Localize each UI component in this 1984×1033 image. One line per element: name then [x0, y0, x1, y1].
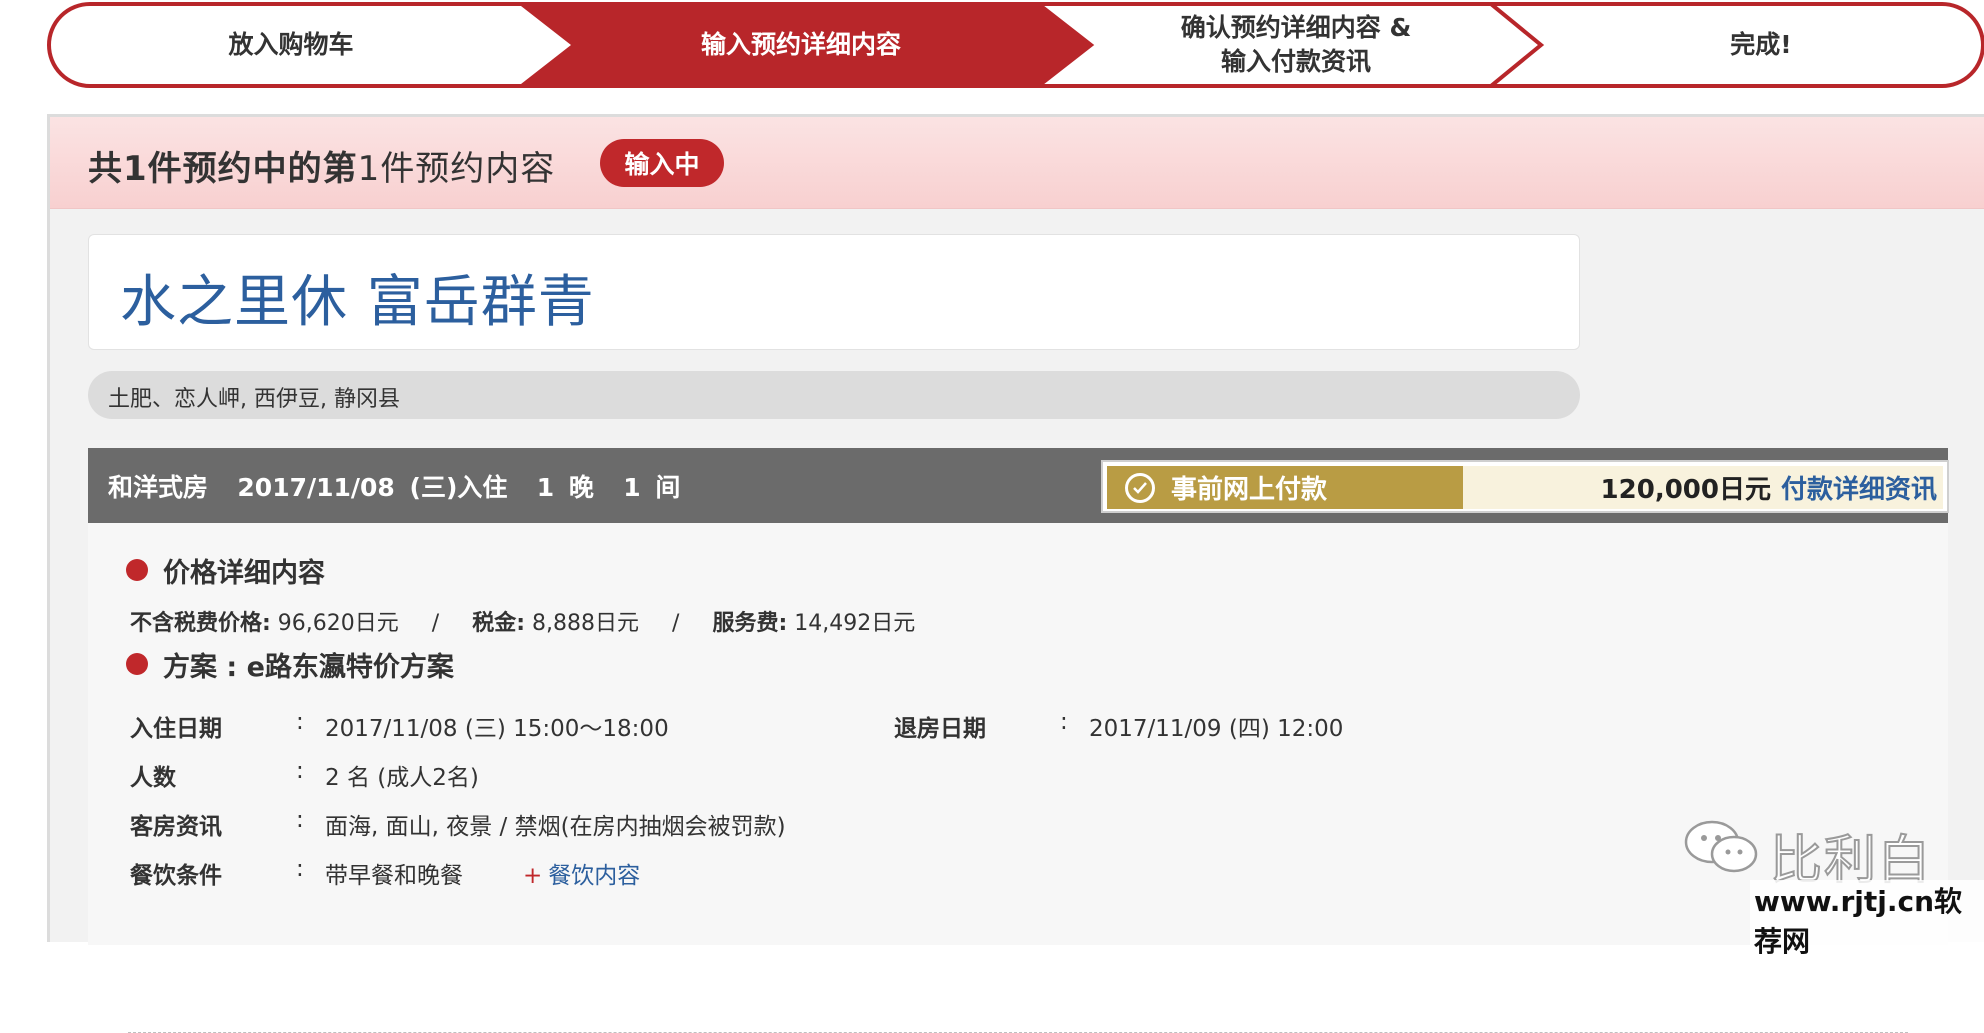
separator: / [672, 611, 680, 636]
booking-details: 价格详细内容 不含税费价格: 96,620日元 / 税金: 8,888日元 / … [88, 523, 1948, 1033]
checkout-value: 2017/11/09 (四) 12:00 [1089, 716, 1344, 742]
hotel-name[interactable]: 水之里休 富岳群青 [120, 257, 595, 338]
room-bar-underline [88, 515, 1948, 523]
service-fee-value: 14,492日元 [787, 611, 916, 636]
step-complete: 完成! [1541, 6, 1981, 84]
price-details-title: 价格详细内容 [163, 558, 325, 589]
hotel-address: 土肥、恋人岬, 西伊豆, 静冈县 [108, 387, 400, 412]
wechat-logo-icon [1684, 820, 1758, 873]
payment-box: 事前网上付款 120,000日元 付款详细资讯 [1101, 460, 1949, 513]
step-confirm-label-1: 确认预约详细内容 & [1180, 13, 1412, 42]
meal-label: 餐饮条件 [130, 863, 222, 889]
meal-value: 带早餐和晚餐 [325, 863, 463, 889]
room-info-label: 客房资讯 [130, 814, 222, 840]
room-info-value: 面海, 面山, 夜景 / 禁烟(在房内抽烟会被罚款) [325, 814, 786, 840]
booking-title: 共1件预约中的第1件预约内容 [88, 141, 555, 190]
pre-tax-label: 不含税费价格: [130, 611, 271, 636]
bullet-icon [126, 559, 148, 581]
step-complete-label: 完成! [1730, 30, 1792, 59]
booking-header: 共1件预约中的第1件预约内容 输入中 [50, 117, 1984, 209]
colon: : [296, 758, 304, 784]
room-summary: 和洋式房 2017/11/08 (三)入住 1 晚 1 间 [108, 473, 681, 502]
guests-value: 2 名 (成人2名) [325, 765, 479, 791]
step-confirm: 确认预约详细内容 & 输入付款资讯 [1081, 6, 1511, 84]
payment-method-label: 事前网上付款 [1171, 475, 1328, 505]
colon: : [296, 807, 304, 833]
payment-amount: 120,000日元 [1600, 475, 1771, 505]
booking-title-prefix: 共1件预约中的第 [88, 149, 358, 189]
checkin-value: 2017/11/08 (三) 15:00～18:00 [325, 716, 669, 742]
pre-tax-value: 96,620日元 [270, 611, 399, 636]
colon: : [296, 709, 304, 735]
tax-label: 税金: [472, 611, 526, 636]
tax-value: 8,888日元 [525, 611, 640, 636]
colon: : [1060, 709, 1068, 735]
step-enter-details-label: 输入预约详细内容 [700, 30, 901, 59]
hotel-address-bar: 土肥、恋人岬, 西伊豆, 静冈县 [88, 371, 1580, 419]
checkout-label: 退房日期 [894, 716, 986, 742]
meal-details-link-label: 餐饮内容 [548, 863, 641, 889]
plus-icon: + [523, 863, 543, 889]
payment-amount-area: 120,000日元 付款详细资讯 [1463, 466, 1943, 509]
checkin-label: 入住日期 [130, 716, 222, 742]
check-icon [1133, 481, 1147, 494]
separator: / [431, 611, 440, 636]
booking-steps: 放入购物车 输入预约详细内容 确认预约详细内容 & 输入付款资讯 完成! [47, 2, 1984, 88]
colon: : [296, 856, 304, 882]
step-confirm-label-2: 输入付款资讯 [1220, 47, 1371, 76]
booking-title-suffix: 件预约内容 [380, 149, 556, 189]
hotel-card: 水之里休 富岳群青 [88, 234, 1580, 350]
step-cart-label: 放入购物车 [228, 30, 354, 59]
bullet-icon [126, 653, 148, 675]
payment-details-link[interactable]: 付款详细资讯 [1781, 469, 1937, 506]
service-fee-label: 服务费: [712, 611, 788, 636]
meal-details-link[interactable]: + 餐饮内容 [523, 856, 640, 890]
step-enter-details: 输入预约详细内容 [551, 6, 1051, 84]
status-badge: 输入中 [600, 139, 724, 187]
payment-method: 事前网上付款 [1107, 466, 1463, 509]
booking-title-number: 1 [357, 149, 381, 189]
watermark-site: www.rjtj.cn软荐网 [1750, 880, 1984, 960]
price-breakdown: 不含税费价格: 96,620日元 / 税金: 8,888日元 / 服务费: 14… [130, 605, 915, 637]
step-cart: 放入购物车 [51, 6, 531, 84]
plan-title: 方案 : e路东瀛特价方案 [163, 652, 454, 683]
guests-label: 人数 [130, 765, 176, 791]
checkbox-card-icon [1125, 472, 1155, 503]
